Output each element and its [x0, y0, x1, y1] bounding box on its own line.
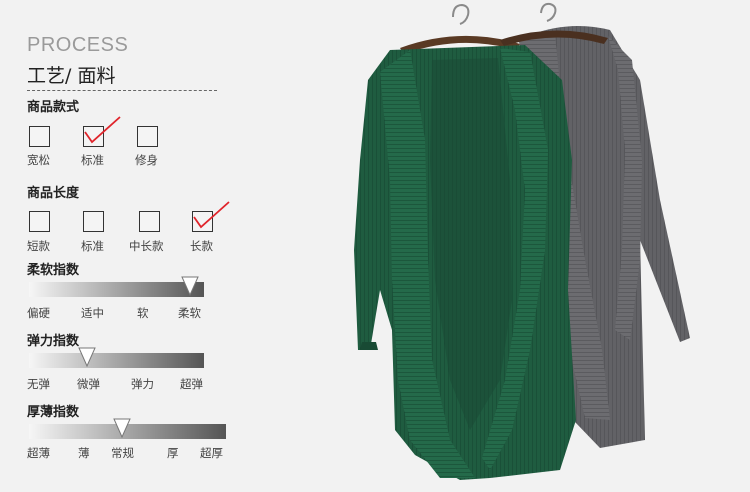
- softness-tick-very-soft: 柔软: [178, 306, 201, 320]
- softness-indicator-icon: [181, 276, 199, 296]
- elasticity-gradient-bar: [29, 353, 204, 368]
- style-check-mark-icon: [84, 116, 121, 144]
- thickness-tick-thin: 薄: [78, 446, 90, 460]
- length-checkbox-short: [29, 211, 50, 232]
- style-option-standard: 标准: [81, 153, 104, 167]
- length-checkbox-mid-long: [139, 211, 160, 232]
- elasticity-tick-slight: 微弹: [77, 377, 100, 391]
- elasticity-section-label: 弹力指数: [27, 334, 80, 349]
- softness-gradient-bar: [29, 282, 204, 297]
- length-section-label: 商品长度: [27, 186, 80, 201]
- elasticity-tick-none: 无弹: [27, 377, 50, 391]
- style-section-label: 商品款式: [27, 100, 80, 115]
- style-checkbox-slim: [137, 126, 158, 147]
- thickness-tick-thick: 厚: [167, 446, 179, 460]
- length-checkbox-standard: [83, 211, 104, 232]
- length-option-long: 长款: [190, 239, 213, 253]
- thickness-section-label: 厚薄指数: [27, 405, 80, 420]
- softness-tick-medium: 适中: [81, 306, 104, 320]
- style-option-loose: 宽松: [27, 153, 50, 167]
- elasticity-tick-elastic: 弹力: [131, 377, 154, 391]
- softness-tick-soft: 软: [137, 306, 149, 320]
- elasticity-tick-super: 超弹: [180, 377, 203, 391]
- thickness-tick-super-thin: 超薄: [27, 446, 50, 460]
- thickness-indicator-icon: [112, 418, 131, 438]
- style-option-slim: 修身: [135, 153, 158, 167]
- elasticity-indicator-icon: [77, 347, 96, 367]
- thickness-tick-regular: 常规: [111, 446, 134, 460]
- product-details-panel: PROCESS 工艺/ 面料 商品款式 宽松 标准 修身 商品长度 短款 标准 …: [0, 0, 260, 492]
- length-option-standard: 标准: [81, 239, 104, 253]
- process-heading: PROCESS: [27, 34, 129, 56]
- style-checkbox-loose: [29, 126, 50, 147]
- length-option-short: 短款: [27, 239, 50, 253]
- thickness-tick-super-thick: 超厚: [200, 446, 223, 460]
- softness-tick-hard: 偏硬: [27, 306, 50, 320]
- heading-divider: [27, 90, 217, 91]
- green-cardigan: [354, 45, 576, 480]
- craft-fabric-title: 工艺/ 面料: [27, 65, 116, 87]
- length-option-mid-long: 中长款: [129, 239, 164, 253]
- softness-section-label: 柔软指数: [27, 263, 80, 278]
- length-check-mark-icon: [193, 201, 230, 229]
- cardigan-product-photo: [354, 2, 690, 480]
